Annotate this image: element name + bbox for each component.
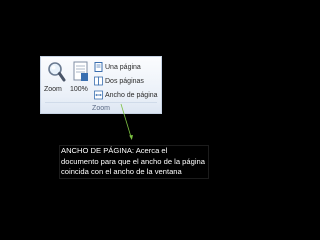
- callout-arrow: [120, 103, 133, 140]
- page-100-icon: [73, 61, 88, 81]
- page-width-option[interactable]: Ancho de página: [94, 88, 162, 102]
- zoom-100-label: 100%: [70, 86, 88, 93]
- group-label: Zoom: [92, 105, 110, 112]
- zoom-options-list: Una página Dos páginas Ancho de página: [94, 60, 162, 102]
- zoom-button-label: Zoom: [44, 86, 62, 93]
- two-pages-label: Dos páginas: [105, 77, 144, 85]
- page-width-icon: [94, 90, 103, 100]
- one-page-label: Una página: [105, 63, 141, 71]
- two-pages-icon: [94, 76, 103, 86]
- zoom-100-button[interactable]: 100%: [70, 61, 92, 101]
- caption-text: ANCHO DE PÁGINA: Acerca el documento par…: [59, 145, 209, 179]
- one-page-option[interactable]: Una página: [94, 60, 162, 74]
- two-pages-option[interactable]: Dos páginas: [94, 74, 162, 88]
- zoom-ribbon-group: Zoom 100% Una página Dos páginas Ancho d…: [40, 56, 162, 114]
- slide: Zoom 100% Una página Dos páginas Ancho d…: [0, 0, 320, 240]
- one-page-icon: [94, 62, 103, 72]
- group-divider: [45, 102, 157, 103]
- zoom-button[interactable]: Zoom: [44, 61, 68, 101]
- page-width-label: Ancho de página: [105, 91, 158, 99]
- magnifier-icon: [48, 62, 66, 82]
